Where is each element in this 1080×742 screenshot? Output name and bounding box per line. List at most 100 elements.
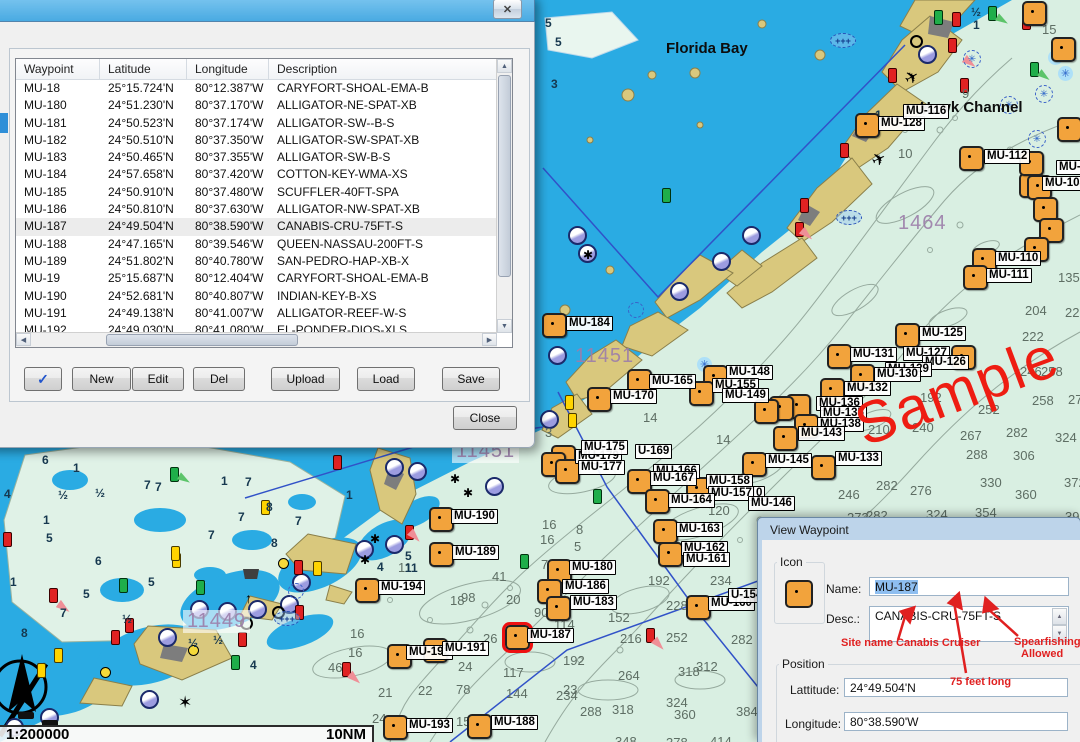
save-button[interactable]: Save bbox=[442, 367, 500, 391]
desc-label: Desc.: bbox=[826, 612, 860, 626]
waypoint-icon[interactable] bbox=[785, 580, 813, 608]
column-header-latitude[interactable]: Latitude bbox=[100, 59, 187, 79]
table-cell: 80°37.420'W bbox=[187, 166, 269, 183]
table-cell: CANABIS-CRU-75FT-S bbox=[269, 218, 512, 235]
table-cell: 24°49.504'N bbox=[100, 218, 187, 235]
table-cell: 80°40.780'W bbox=[187, 253, 269, 270]
table-cell: 25°15.724'N bbox=[100, 80, 187, 97]
table-cell: MU-185 bbox=[16, 184, 100, 201]
table-cell: COTTON-KEY-WMA-XS bbox=[269, 166, 512, 183]
table-cell: 24°51.802'N bbox=[100, 253, 187, 270]
upload-button[interactable]: Upload bbox=[271, 367, 340, 391]
table-cell: 24°49.138'N bbox=[100, 305, 187, 322]
desc-scroll-down-icon[interactable]: ▼ bbox=[1052, 625, 1067, 642]
view-waypoint-title[interactable]: View Waypoint bbox=[758, 518, 1080, 540]
table-row[interactable]: MU-18524°50.910'N80°37.480'WSCUFFLER-40F… bbox=[16, 184, 512, 201]
vertical-scroll-thumb[interactable] bbox=[498, 75, 511, 277]
table-cell: MU-188 bbox=[16, 236, 100, 253]
name-value: MU-187 bbox=[875, 580, 918, 594]
table-cell: 80°37.174'W bbox=[187, 115, 269, 132]
new-button[interactable]: New bbox=[72, 367, 131, 391]
table-cell: 25°15.687'N bbox=[100, 270, 187, 287]
table-row[interactable]: MU-1925°15.687'N80°12.404'WCARYFORT-SHOA… bbox=[16, 270, 512, 287]
table-cell: 80°37.630'W bbox=[187, 201, 269, 218]
table-cell: ALLIGATOR-SW--B-S bbox=[269, 115, 512, 132]
del-button[interactable]: Del bbox=[193, 367, 245, 391]
table-row[interactable]: MU-18724°49.504'N80°38.590'WCANABIS-CRU-… bbox=[16, 218, 512, 235]
desc-scroll-up-icon[interactable]: ▲ bbox=[1052, 608, 1067, 625]
table-cell: 80°37.480'W bbox=[187, 184, 269, 201]
scale-bar: 1:200000 10NM bbox=[0, 725, 374, 742]
table-cell: SAN-PEDRO-HAP-XB-X bbox=[269, 253, 512, 270]
table-cell: 24°52.681'N bbox=[100, 288, 187, 305]
latitude-field[interactable]: 24°49.504'N bbox=[844, 678, 1068, 697]
horizontal-scrollbar[interactable]: ◀ ▶ bbox=[16, 332, 497, 347]
edit-button[interactable]: Edit bbox=[132, 367, 184, 391]
view-waypoint-body: Icon Name: MU-187 Desc.: CANABIS-CRU-75F… bbox=[762, 540, 1080, 742]
longitude-label: Longitude: bbox=[785, 717, 841, 731]
name-field[interactable]: MU-187 bbox=[869, 577, 1069, 596]
table-cell: 24°50.523'N bbox=[100, 115, 187, 132]
table-row[interactable]: MU-19124°49.138'N80°41.007'WALLIGATOR-RE… bbox=[16, 305, 512, 322]
waypoint-list-titlebar[interactable]: ✕ bbox=[0, 0, 535, 22]
scale-distance: 10NM bbox=[326, 726, 366, 742]
table-row[interactable]: MU-18324°50.465'N80°37.355'WALLIGATOR-SW… bbox=[16, 149, 512, 166]
table-cell: MU-19 bbox=[16, 270, 100, 287]
waypoint-table[interactable]: Waypoint Latitude Longitude Description … bbox=[15, 58, 513, 348]
table-row[interactable]: MU-18624°50.810'N80°37.630'WALLIGATOR-NW… bbox=[16, 201, 512, 218]
table-header[interactable]: Waypoint Latitude Longitude Description bbox=[16, 59, 512, 80]
table-cell: 24°50.810'N bbox=[100, 201, 187, 218]
table-row[interactable]: MU-18424°57.658'N80°37.420'WCOTTON-KEY-W… bbox=[16, 166, 512, 183]
table-cell: 80°12.387'W bbox=[187, 80, 269, 97]
table-cell: 24°50.910'N bbox=[100, 184, 187, 201]
load-button[interactable]: Load bbox=[357, 367, 415, 391]
table-cell: 80°37.170'W bbox=[187, 97, 269, 114]
scroll-left-icon[interactable]: ◀ bbox=[16, 333, 31, 346]
table-cell: MU-184 bbox=[16, 166, 100, 183]
table-cell: ALLIGATOR-REEF-W-S bbox=[269, 305, 512, 322]
scroll-up-icon[interactable]: ▲ bbox=[497, 59, 512, 73]
scroll-right-icon[interactable]: ▶ bbox=[482, 333, 497, 346]
table-cell: 24°47.165'N bbox=[100, 236, 187, 253]
close-icon[interactable]: ✕ bbox=[493, 0, 522, 19]
table-cell: MU-181 bbox=[16, 115, 100, 132]
table-cell: ALLIGATOR-NW-SPAT-XB bbox=[269, 201, 512, 218]
table-row[interactable]: MU-18824°47.165'N80°39.546'WQUEEN-NASSAU… bbox=[16, 236, 512, 253]
position-group-label: Position bbox=[779, 657, 828, 671]
table-cell: 24°57.658'N bbox=[100, 166, 187, 183]
table-cell: MU-18 bbox=[16, 80, 100, 97]
desc-field[interactable]: CANABIS-CRU-75FT-S ▲ ▼ bbox=[869, 606, 1069, 642]
column-header-description[interactable]: Description bbox=[269, 59, 512, 79]
name-label: Name: bbox=[826, 582, 861, 596]
horizontal-scroll-thumb[interactable] bbox=[106, 334, 298, 346]
table-cell: MU-189 bbox=[16, 253, 100, 270]
table-rows: MU-1825°15.724'N80°12.387'W CARYFORT-SHOA… bbox=[16, 80, 512, 339]
table-cell: 80°39.546'W bbox=[187, 236, 269, 253]
table-cell: MU-182 bbox=[16, 132, 100, 149]
table-cell: ALLIGATOR-SW-SPAT-XB bbox=[269, 132, 512, 149]
chartplotter-screen: ✱✱✱✱✱✶✈✈✈✳✳✳✳✳✳✳+++++++++↑ 1591013520422… bbox=[0, 0, 1080, 742]
column-header-waypoint[interactable]: Waypoint bbox=[16, 59, 100, 79]
table-row[interactable]: MU-1825°15.724'N80°12.387'WCARYFORT-SHOA… bbox=[16, 80, 512, 97]
table-cell: 80°12.404'W bbox=[187, 270, 269, 287]
waypoint-list-body: Waypoint Latitude Longitude Description … bbox=[0, 22, 535, 448]
table-cell: 24°50.510'N bbox=[100, 132, 187, 149]
view-waypoint-dialog: View Waypoint Icon Name: MU-187 Desc.: C… bbox=[757, 517, 1080, 742]
table-cell: 80°41.007'W bbox=[187, 305, 269, 322]
table-row[interactable]: MU-19024°52.681'N80°40.807'WINDIAN-KEY-B… bbox=[16, 288, 512, 305]
table-cell: 80°37.355'W bbox=[187, 149, 269, 166]
longitude-field[interactable]: 80°38.590'W bbox=[844, 712, 1068, 731]
table-cell: MU-187 bbox=[16, 218, 100, 235]
docked-panel-tab[interactable] bbox=[0, 113, 8, 133]
vertical-scrollbar[interactable]: ▲ ▼ bbox=[496, 59, 512, 333]
table-row[interactable]: MU-18024°51.230'N80°37.170'WALLIGATOR-NE… bbox=[16, 97, 512, 114]
table-cell: CARYFORT-SHOAL-EMA-B bbox=[269, 270, 512, 287]
table-row[interactable]: MU-18924°51.802'N80°40.780'WSAN-PEDRO-HA… bbox=[16, 253, 512, 270]
table-cell: MU-183 bbox=[16, 149, 100, 166]
column-header-longitude[interactable]: Longitude bbox=[187, 59, 269, 79]
table-row[interactable]: MU-18224°50.510'N80°37.350'WALLIGATOR-SW… bbox=[16, 132, 512, 149]
check-button[interactable]: ✓ bbox=[24, 367, 62, 391]
close-button[interactable]: Close bbox=[453, 406, 517, 430]
scroll-down-icon[interactable]: ▼ bbox=[497, 319, 512, 333]
table-row[interactable]: MU-18124°50.523'N80°37.174'WALLIGATOR-SW… bbox=[16, 115, 512, 132]
